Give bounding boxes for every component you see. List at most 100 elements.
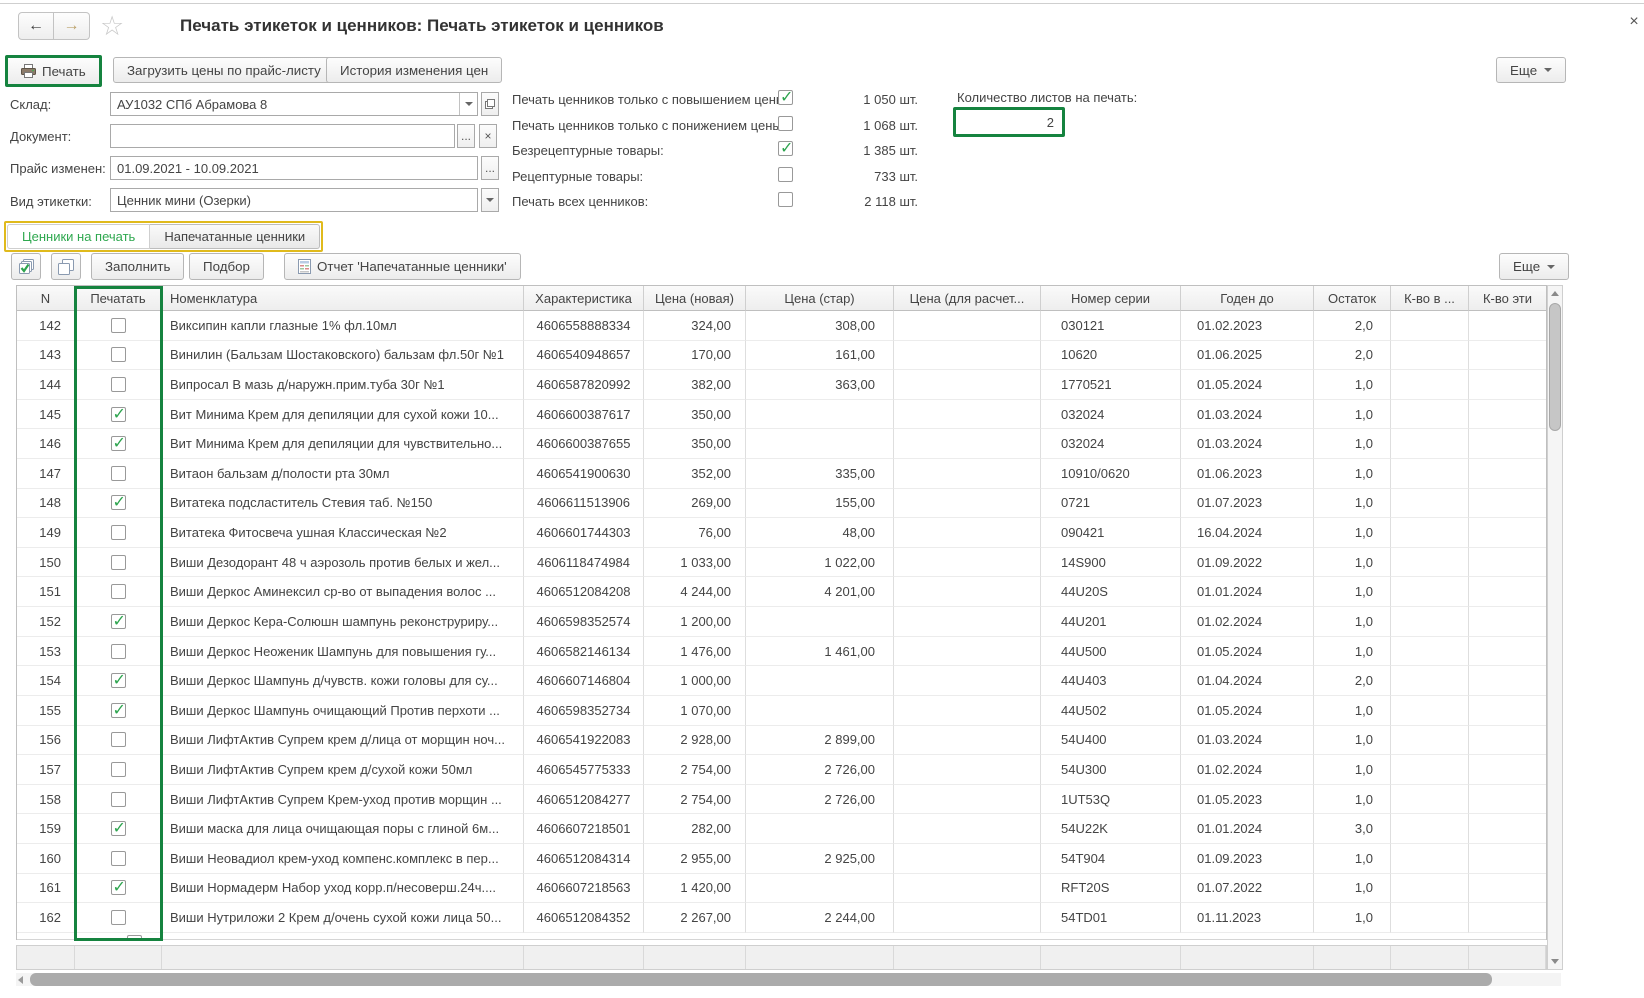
column-header[interactable]: Остаток [1314,286,1391,311]
filter-checkbox[interactable] [778,167,793,182]
filter-checkbox[interactable] [778,141,793,156]
table-row[interactable]: 150Виши Дезодорант 48 ч аэрозоль против … [17,548,1546,578]
table-row[interactable]: 157Виши ЛифтАктив Супрем крем д/сухой ко… [17,755,1546,785]
row-print-checkbox[interactable] [111,555,126,570]
row-print-checkbox[interactable] [111,644,126,659]
horizontal-scroll-thumb[interactable] [30,973,1492,986]
table-row[interactable]: 148Витатека подсластитель Стевия таб. №1… [17,489,1546,519]
vertical-scrollbar[interactable] [1547,285,1563,970]
table-row[interactable]: 159Виши маска для лица очищающая поры с … [17,814,1546,844]
table-row[interactable]: 143Винилин (Бальзам Шостаковского) бальз… [17,341,1546,371]
warehouse-open-button[interactable] [481,92,499,116]
price-history-button[interactable]: История изменения цен [326,57,502,83]
row-print-checkbox[interactable] [111,495,126,510]
vertical-scroll-thumb[interactable] [1549,303,1561,431]
qty-label-cell [1469,518,1546,548]
column-header[interactable]: К-во эти [1469,286,1546,311]
table-row[interactable]: 154Виши Деркос Шампунь д/чувств. кожи го… [17,666,1546,696]
column-header[interactable]: Годен до [1181,286,1314,311]
column-header[interactable]: Номенклатура [162,286,524,311]
tab-printed-price-tags[interactable]: Напечатанные ценники [150,224,320,249]
pick-button[interactable]: Подбор [189,253,264,280]
row-print-checkbox[interactable] [111,584,126,599]
scroll-left-icon[interactable] [18,976,23,984]
back-button[interactable]: ← [18,12,54,40]
price-old-cell [746,814,894,844]
row-print-checkbox[interactable] [111,673,126,688]
scroll-down-icon[interactable] [1551,959,1559,964]
row-print-checkbox[interactable] [111,762,126,777]
table-row[interactable]: 156Виши ЛифтАктив Супрем крем д/лица от … [17,726,1546,756]
document-clear-button[interactable]: × [479,124,497,148]
row-print-checkbox[interactable] [111,614,126,629]
row-print-checkbox[interactable] [111,436,126,451]
row-print-checkbox[interactable] [111,792,126,807]
horizontal-scrollbar[interactable] [16,973,1561,986]
filter-checkbox[interactable] [778,90,793,105]
row-print-checkbox[interactable] [111,525,126,540]
table-row[interactable]: 142Виксипин капли глазные 1% фл.10мл4606… [17,311,1546,341]
row-print-checkbox[interactable] [111,851,126,866]
table-row[interactable]: 160Виши Неовадиол крем-уход компенс.комп… [17,844,1546,874]
price-changed-choose-button[interactable]: ... [481,156,499,180]
column-header[interactable]: Номер серии [1041,286,1181,311]
row-print-checkbox[interactable] [111,377,126,392]
check-all-button[interactable] [11,253,41,280]
qty-label-cell [1469,696,1546,726]
table-row[interactable]: 153Виши Деркос Неоженик Шампунь для повы… [17,637,1546,667]
column-header[interactable]: Печатать [75,286,162,311]
tab-price-tags-to-print[interactable]: Ценники на печать [7,224,150,249]
printed-report-button[interactable]: Отчет 'Напечатанные ценники' [284,253,521,280]
price-old-cell [746,696,894,726]
load-prices-button[interactable]: Загрузить цены по прайс-листу [113,57,335,83]
uncheck-all-button[interactable] [51,253,81,280]
column-header[interactable]: Цена (новая) [644,286,746,311]
table-row[interactable]: 151Виши Деркос Аминексил ср-во от выпаде… [17,577,1546,607]
scroll-up-icon[interactable] [1551,291,1559,296]
close-icon[interactable]: × [1624,12,1644,32]
label-kind-dropdown[interactable] [481,188,499,212]
table-row[interactable]: 162Виши Нутриложи 2 Крем д/очень сухой к… [17,903,1546,933]
table-row[interactable]: 144Випросал В мазь д/наружн.прим.туба 30… [17,370,1546,400]
printed-report-label: Отчет 'Напечатанные ценники' [317,259,507,274]
more-button-table[interactable]: Еще [1499,253,1569,280]
row-print-checkbox[interactable] [111,318,126,333]
more-button-top[interactable]: Еще [1496,57,1566,83]
filter-checkbox[interactable] [778,192,793,207]
table-row[interactable]: 146Вит Минима Крем для депиляции для чув… [17,429,1546,459]
table-row[interactable]: 155Виши Деркос Шампунь очищающий Против … [17,696,1546,726]
row-print-checkbox[interactable] [111,880,126,895]
column-header[interactable]: N [17,286,75,311]
table-row[interactable]: 147Витаон бальзам д/полости рта 30мл4606… [17,459,1546,489]
fill-button[interactable]: Заполнить [91,253,184,280]
column-header[interactable]: К-во в ... [1391,286,1469,311]
row-print-checkbox[interactable] [111,821,126,836]
copy-pages-icon [58,259,74,275]
table-row[interactable]: 149Витатека Фитосвеча ушная Классическая… [17,518,1546,548]
row-print-checkbox[interactable] [111,466,126,481]
column-header[interactable]: Цена (для расчет... [894,286,1041,311]
row-print-checkbox[interactable] [111,910,126,925]
forward-button[interactable]: → [54,12,90,40]
favorite-star-icon[interactable]: ☆ [100,12,124,40]
row-print-checkbox[interactable] [111,407,126,422]
row-print-checkbox[interactable] [111,347,126,362]
row-print-checkbox[interactable] [111,732,126,747]
table-row[interactable]: 152Виши Деркос Кера-Солюшн шампунь рекон… [17,607,1546,637]
sheets-count-input[interactable]: 2 [956,110,1062,134]
row-print-checkbox[interactable] [111,703,126,718]
print-button[interactable]: Печать [8,58,99,84]
warehouse-field[interactable]: АУ1032 СПб Абрамова 8 [110,92,478,116]
document-choose-button[interactable]: ... [457,124,475,148]
table-row[interactable]: 161Виши Нормадерм Набор уход корр.п/несо… [17,874,1546,904]
price-changed-field[interactable]: 01.09.2021 - 10.09.2021 [110,156,478,180]
filter-checkbox[interactable] [778,116,793,131]
label-kind-field[interactable]: Ценник мини (Озерки) [110,188,478,212]
table-row[interactable]: 145Вит Минима Крем для депиляции для сух… [17,400,1546,430]
table-row[interactable]: 158Виши ЛифтАктив Супрем Крем-уход проти… [17,785,1546,815]
document-field[interactable] [110,124,455,148]
column-header[interactable]: Цена (стар) [746,286,894,311]
chevron-down-icon [1544,68,1552,72]
column-header[interactable]: Характеристика [524,286,644,311]
warehouse-dropdown[interactable] [459,93,477,115]
